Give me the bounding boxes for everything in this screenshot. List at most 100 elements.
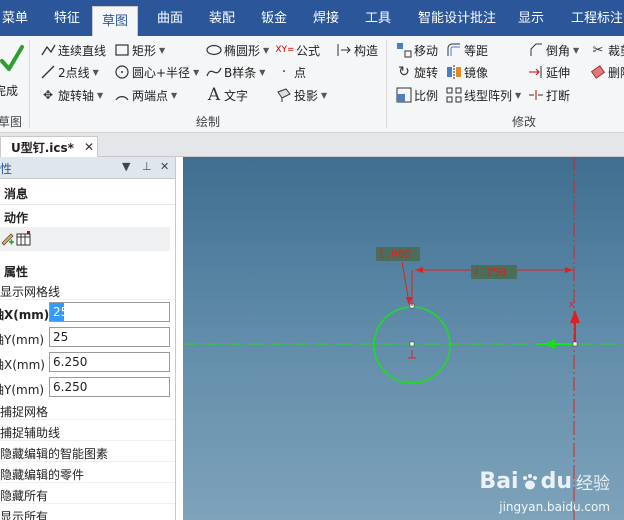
section-message[interactable]: 消息 [4,185,28,202]
finish-button[interactable]: 完成 [0,40,26,102]
scale-label: 比例 [414,88,439,103]
project-icon [276,87,292,103]
hide-all-row[interactable]: 隐藏所有 [0,484,175,504]
close-icon[interactable]: ✕ [84,140,94,154]
equidistant-label: 等距 [464,43,489,58]
two-point-line-button[interactable]: 2点线 ▼ [40,62,99,82]
text-icon: A [207,85,221,105]
hide-all-label: 隐藏所有 [0,489,49,503]
divider [0,204,175,205]
chamfer-button[interactable]: 倒角 ▼ [528,40,579,60]
menu-tab-display[interactable]: 显示 [518,0,544,36]
polyline-icon [40,42,56,58]
menu-tab-surface[interactable]: 曲面 [157,0,183,36]
hide-smart-element-row[interactable]: 隐藏编辑的智能图素 [0,442,175,462]
formula-button[interactable]: XY= 公式 [275,40,320,60]
circle-icon [114,64,130,80]
rotate-icon: ↻ [398,64,410,80]
construct-button[interactable]: 构造 [336,40,378,60]
menu-tab-feature[interactable]: 特征 [54,0,80,36]
menu-tab-dimension[interactable]: 工程标注 [571,0,623,36]
axis-arrow-head [570,310,580,323]
menu-tab-weld[interactable]: 焊接 [313,0,339,36]
ellipse-button[interactable]: 椭圆形 ▼ [206,40,269,60]
aux-y-input[interactable] [49,377,170,397]
document-tab-bar: U型钉.ics* ✕ [0,133,624,157]
point-button[interactable]: · 点 [276,62,306,82]
grid-x-input[interactable] [49,302,170,322]
arc-icon [114,87,130,103]
break-icon [528,87,544,103]
extend-button[interactable]: 延伸 [528,62,570,82]
action-toolbar [0,227,170,251]
pin-icon[interactable]: ⊥ [142,160,152,173]
polyline-button[interactable]: 连续直线 [40,40,106,60]
chevron-down-icon: ▼ [573,45,580,55]
show-all-row[interactable]: 显示所有 [0,505,175,520]
rectangle-button[interactable]: 矩形 ▼ [114,40,165,60]
chevron-down-icon: ▼ [92,67,99,77]
menu-tab-menu[interactable]: 菜单 [2,0,28,36]
panel-dropdown-icon[interactable]: ▼ [122,160,130,173]
menu-tab-smart-annotate[interactable]: 智能设计批注 [418,0,496,36]
menu-tab-sheetmetal[interactable]: 钣金 [261,0,287,36]
polyline-label: 连续直线 [58,43,107,58]
hide-part-label: 隐藏编辑的零件 [0,468,85,482]
snap-grid-row[interactable]: 捕捉网格 [0,400,175,420]
text-button[interactable]: A 文字 [206,85,248,105]
rotate-axis-button[interactable]: ✥ 旋转轴 ▼ [40,85,103,105]
equidistant-button[interactable]: 等距 [446,40,488,60]
edit-plus-icon[interactable] [0,231,16,247]
scale-button[interactable]: 比例 [396,85,438,105]
extend-icon [528,64,544,80]
chevron-down-icon: ▼ [97,90,104,100]
break-label: 打断 [546,88,571,103]
distance-dimension-text: 4.250 [473,266,506,279]
mirror-icon [446,64,462,80]
bspline-button[interactable]: B样条 ▼ [206,62,265,82]
document-tab[interactable]: U型钉.ics* ✕ [0,136,98,157]
axis-z-marker: x [569,300,575,310]
point-label: 点 [294,65,307,80]
sketch-canvas[interactable]: x 1.000 4.250 Bai du 经验 jingyan.baidu.co… [183,157,624,520]
menu-tab-assembly[interactable]: 装配 [209,0,235,36]
chevron-down-icon: ▼ [321,90,328,100]
grid-y-input[interactable] [49,327,170,347]
watermark-brand-2: du [540,469,572,494]
aux-x-row: 轴X(mm) [0,352,175,374]
show-grid-row[interactable]: 显示网格线 [0,280,175,300]
menu-tab-tools[interactable]: 工具 [365,0,391,36]
distance-arrow-right [565,267,573,273]
delete-button[interactable]: 删除 [590,62,624,82]
radius-leader [401,261,410,303]
two-endpoints-button[interactable]: 两端点 ▼ [114,85,177,105]
break-button[interactable]: 打断 [528,85,570,105]
radius-dimension-text: 1.000 [378,248,411,261]
aux-x-label: 轴X(mm) [0,358,45,372]
table-icon[interactable] [16,231,32,247]
rectangle-icon [114,42,130,58]
rotate-label: 旋转 [414,65,439,80]
project-button[interactable]: 投影 ▼ [276,85,327,105]
section-properties[interactable]: 属性 [4,263,28,280]
move-button[interactable]: 移动 [396,40,438,60]
center-radius-button[interactable]: 圆心+半径 ▼ [114,62,199,82]
hide-part-row[interactable]: 隐藏编辑的零件 [0,463,175,483]
extend-label: 延伸 [546,65,571,80]
move-icon [396,42,412,58]
rectangle-label: 矩形 [132,43,157,58]
aux-x-input[interactable] [49,352,170,372]
trim-label: 裁剪 [608,43,624,58]
snap-guide-row[interactable]: 捕捉辅助线 [0,421,175,441]
linear-array-button[interactable]: 线型阵列 ▼ [446,85,521,105]
scale-icon [396,87,412,103]
spline-icon [206,64,222,80]
trim-button[interactable]: ✂ 裁剪 [590,40,624,60]
section-action[interactable]: 动作 [4,209,28,226]
mirror-button[interactable]: 镜像 [446,62,488,82]
rotate-button[interactable]: ↻ 旋转 [396,62,438,82]
panel-close-icon[interactable]: ✕ [160,160,169,173]
bspline-label: B样条 [224,65,257,80]
menu-tab-sketch[interactable]: 草图 [92,6,139,36]
point-icon: · [281,64,287,80]
